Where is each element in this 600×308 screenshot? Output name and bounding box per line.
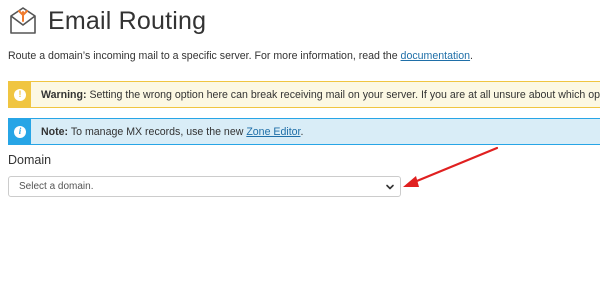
intro-suffix: . [470,50,473,62]
note-suffix: . [300,125,304,138]
intro-body: Route a domain’s incoming mail to a spec… [8,50,401,62]
warning-bar: ! [9,82,31,107]
warning-alert: ! Warning: Setting the wrong option here… [8,81,600,108]
zone-editor-link[interactable]: Zone Editor [246,126,300,138]
intro-text: Route a domain’s incoming mail to a spec… [8,50,473,62]
email-routing-icon [8,7,38,35]
note-text: To manage MX records, use the new [68,125,247,138]
annotation-arrow [403,146,499,187]
page-title: Email Routing [48,6,207,35]
domain-label: Domain [8,153,52,167]
warning-message: Warning: Setting the wrong option here c… [31,89,600,101]
chevron-down-icon [384,181,396,193]
domain-select[interactable]: Select a domain. [8,176,401,197]
documentation-link[interactable]: documentation [401,50,471,62]
info-icon: i [14,125,26,138]
note-bar: i [9,119,31,144]
exclamation-icon: ! [14,88,26,101]
note-alert: i Note: To manage MX records, use the ne… [8,118,600,145]
domain-select-value: Select a domain. [19,181,94,192]
page-header: Email Routing [8,4,206,38]
note-message: Note: To manage MX records, use the new … [31,126,303,138]
note-label: Note: [41,125,69,138]
warning-label: Warning: [41,88,87,101]
warning-text: Setting the wrong option here can break … [89,88,600,101]
